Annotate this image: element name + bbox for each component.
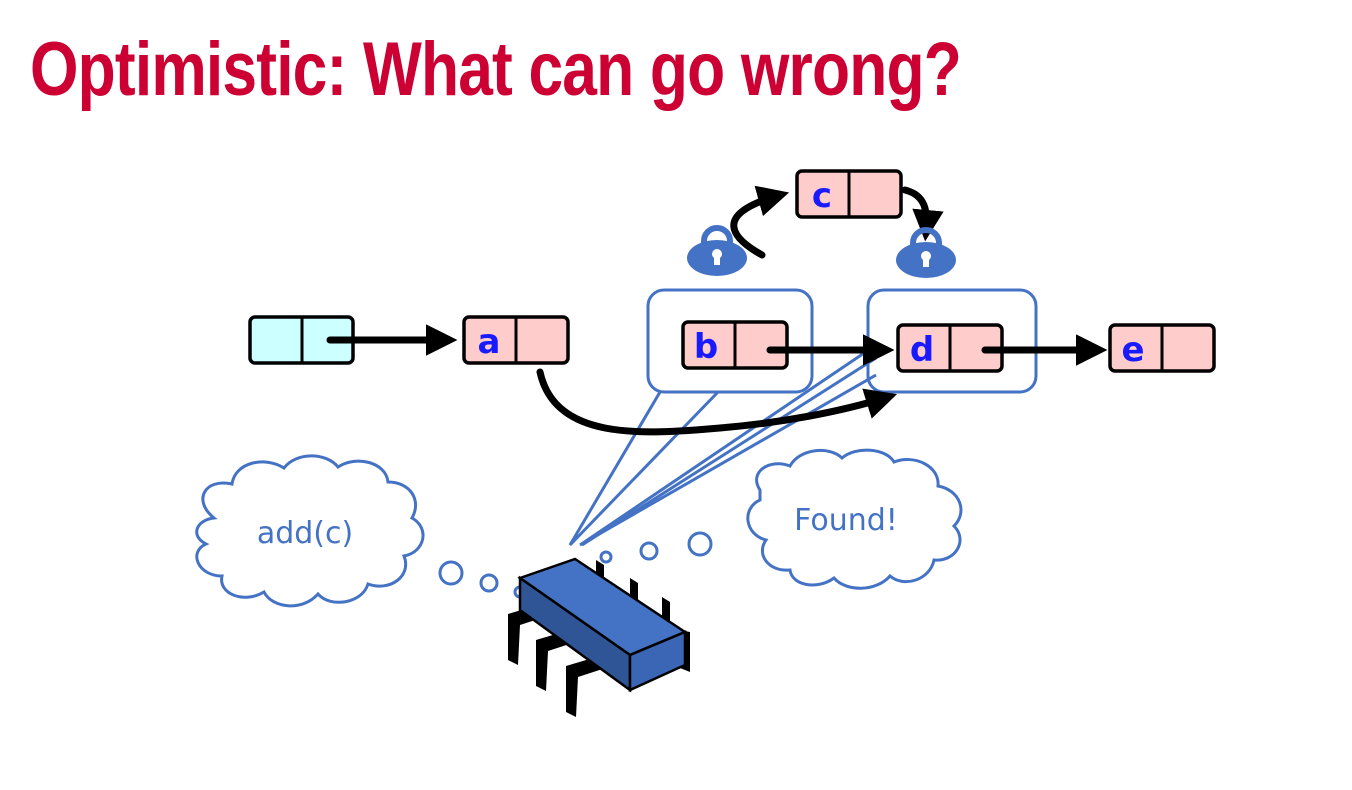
node-c-label: c — [812, 176, 832, 216]
padlock-icon — [896, 227, 956, 278]
thought-cloud-right: Found! — [746, 448, 963, 590]
node-a-label: a — [478, 322, 501, 362]
node-e: e — [1108, 323, 1216, 373]
node-d-label: d — [910, 330, 934, 370]
node-a: a — [462, 315, 570, 365]
arrow-c-to-d — [901, 186, 944, 242]
thought-bubbles-left — [438, 560, 527, 599]
thought-cloud-left: add(c) — [195, 454, 425, 608]
linked-list-diagram: a b c d e add(c) Found! — [195, 169, 1216, 717]
thread-bug-icon — [508, 557, 690, 717]
thought-bubbles-right — [599, 531, 713, 564]
arrow-a-to-d — [536, 368, 898, 436]
node-e-label: e — [1121, 330, 1144, 370]
node-b: b — [681, 320, 789, 370]
thought-left-text: add(c) — [257, 516, 353, 551]
thought-right-text: Found! — [794, 503, 898, 538]
arrow-b-to-c — [730, 185, 790, 259]
node-c: c — [795, 169, 903, 219]
node-b-label: b — [694, 327, 718, 367]
